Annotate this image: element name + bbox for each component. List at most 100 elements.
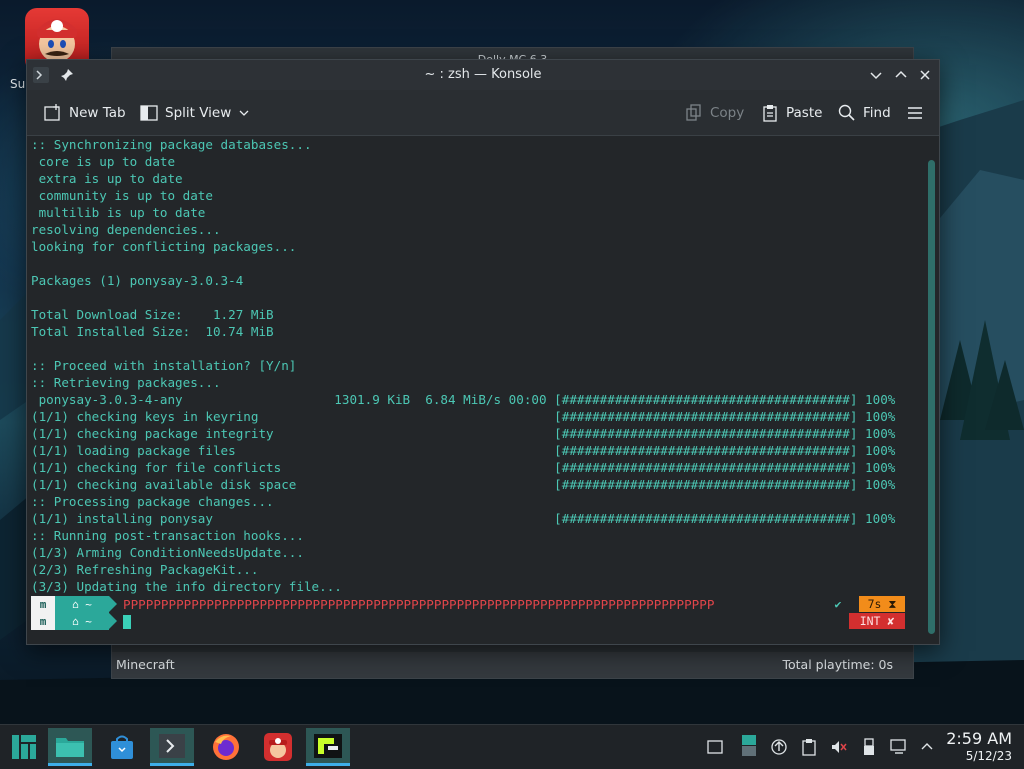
hamburger-menu-icon (908, 106, 922, 119)
network-icon[interactable] (890, 738, 908, 756)
terminal-line: (2/3) Refreshing PackageKit... (31, 562, 259, 577)
folder-icon (56, 737, 84, 757)
prompt-line-2: m ⌂ ~ INT ✘ (31, 613, 921, 630)
find-label: Find (863, 104, 891, 121)
steam-tray-icon[interactable] (740, 734, 758, 758)
store-bag-icon (111, 735, 133, 759)
clock-date: 5/12/23 (965, 749, 1012, 763)
maximize-button[interactable] (892, 66, 910, 84)
terminal-line: (1/1) checking available disk space [###… (31, 477, 896, 492)
copy-icon (686, 103, 701, 121)
show-desktop-icon[interactable] (706, 738, 724, 756)
new-tab-label: New Tab (69, 104, 126, 121)
copy-label: Copy (710, 104, 745, 121)
terminal-line: resolving dependencies... (31, 222, 221, 237)
mario-icon (264, 733, 292, 761)
copy-button[interactable]: Copy (685, 90, 744, 135)
terminal-line: (1/1) loading package files [###########… (31, 443, 896, 458)
status-instance-name: Minecraft (116, 657, 175, 672)
manjaro-logo-icon (12, 735, 36, 759)
background-statusbar: Minecraft Total playtime: 0s (112, 652, 913, 678)
terminal-line: :: Proceed with installation? [Y/n] (31, 358, 297, 373)
application-launcher[interactable] (2, 728, 46, 766)
usb-device-icon[interactable] (860, 738, 878, 756)
dir-segment: ⌂ ~ (55, 613, 109, 630)
split-view-label: Split View (165, 104, 232, 121)
clock-time: 2:59 AM (946, 729, 1012, 748)
status-playtime: Total playtime: 0s (782, 657, 893, 672)
success-check: ✔ (834, 597, 842, 611)
chevron-up-icon[interactable] (918, 738, 936, 756)
interrupt-segment: INT ✘ (849, 613, 905, 629)
terminal-line: looking for conflicting packages... (31, 239, 297, 254)
terminal-line: (1/1) checking for file conflicts [#####… (31, 460, 896, 475)
terminal-line: Packages (1) ponysay-3.0.3-4 (31, 273, 244, 288)
prompt-arrow (109, 613, 117, 629)
new-tab-icon (44, 103, 60, 121)
duration-segment: 7s ⧗ (859, 596, 905, 612)
taskbar-dolphin[interactable] (48, 728, 92, 766)
minimize-button[interactable] (867, 66, 885, 84)
terminal-line: ponysay-3.0.3-4-any 1301.9 KiB 6.84 MiB/… (31, 392, 896, 407)
firefox-icon (213, 734, 239, 760)
konsole-toolbar: New Tab Split View Copy Paste Find (27, 90, 939, 136)
taskbar-konsole[interactable] (150, 728, 194, 766)
updates-icon[interactable] (770, 738, 788, 756)
hamburger-menu-button[interactable] (906, 90, 924, 135)
chevron-up-icon (895, 70, 907, 78)
terminal-line: extra is up to date (31, 171, 183, 186)
terminal-line: core is up to date (31, 154, 176, 169)
terminal-line: multilib is up to date (31, 205, 206, 220)
search-icon (838, 104, 855, 121)
paste-button[interactable]: Paste (761, 90, 822, 135)
close-button[interactable] (916, 66, 934, 84)
terminal-line: :: Running post-transaction hooks... (31, 528, 304, 543)
terminal-line: :: Retrieving packages... (31, 375, 221, 390)
window-title: ~ : zsh — Konsole (424, 67, 542, 82)
os-segment: m (31, 596, 55, 613)
text-cursor (123, 615, 131, 629)
konsole-window[interactable]: ~ : zsh — Konsole New Tab Split View Cop… (26, 59, 940, 645)
terminal-line: (1/1) checking keys in keyring [########… (31, 409, 896, 424)
terminal-line: Total Download Size: 1.27 MiB (31, 307, 274, 322)
taskbar-prism-launcher[interactable] (306, 728, 350, 766)
clipboard-icon[interactable] (800, 738, 818, 756)
taskbar-mario[interactable] (256, 728, 300, 766)
terminal-view[interactable]: :: Synchronizing package databases... co… (27, 136, 923, 644)
taskbar-discover[interactable] (100, 728, 144, 766)
terminal-line: (1/3) Arming ConditionNeedsUpdate... (31, 545, 304, 560)
dir-segment: ⌂ ~ (55, 596, 109, 613)
terminal-line: Total Installed Size: 10.74 MiB (31, 324, 274, 339)
prompt-line-1: m ⌂ ~ PPPPPPPPPPPPPPPPPPPPPPPPPPPPPPPPPP… (31, 596, 921, 613)
split-view-icon (140, 104, 158, 121)
terminal-line: (1/1) installing ponysay [##############… (31, 511, 896, 526)
chevron-down-icon (239, 110, 249, 116)
prompt-arrow (109, 596, 117, 612)
terminal-line: :: Synchronizing package databases... (31, 137, 312, 152)
terminal-line: :: Processing package changes... (31, 494, 274, 509)
split-view-button[interactable]: Split View (140, 90, 250, 135)
digital-clock[interactable]: 2:59 AM 5/12/23 (946, 730, 1012, 764)
volume-muted-icon[interactable] (830, 738, 848, 756)
find-button[interactable]: Find (838, 90, 891, 135)
launcher-icon (314, 733, 342, 758)
terminal-line: (1/1) checking package integrity [######… (31, 426, 896, 441)
chevron-down-icon (870, 72, 882, 80)
terminal-scrollbar[interactable] (928, 160, 935, 634)
typed-command: PPPPPPPPPPPPPPPPPPPPPPPPPPPPPPPPPPPPPPPP… (123, 597, 715, 612)
taskbar-firefox[interactable] (204, 728, 248, 766)
terminal-line: community is up to date (31, 188, 213, 203)
terminal-output: :: Synchronizing package databases... co… (31, 136, 895, 595)
new-tab-button[interactable]: New Tab (44, 90, 126, 135)
taskbar: 2:59 AM 5/12/23 (0, 724, 1024, 769)
desktop-icon-label: Su (10, 77, 26, 91)
konsole-titlebar[interactable]: ~ : zsh — Konsole (27, 60, 939, 90)
paste-icon (763, 104, 777, 122)
close-icon (920, 70, 930, 80)
paste-label: Paste (786, 104, 823, 121)
terminal-icon (159, 733, 185, 758)
terminal-line: (3/3) Updating the info directory file..… (31, 579, 342, 594)
